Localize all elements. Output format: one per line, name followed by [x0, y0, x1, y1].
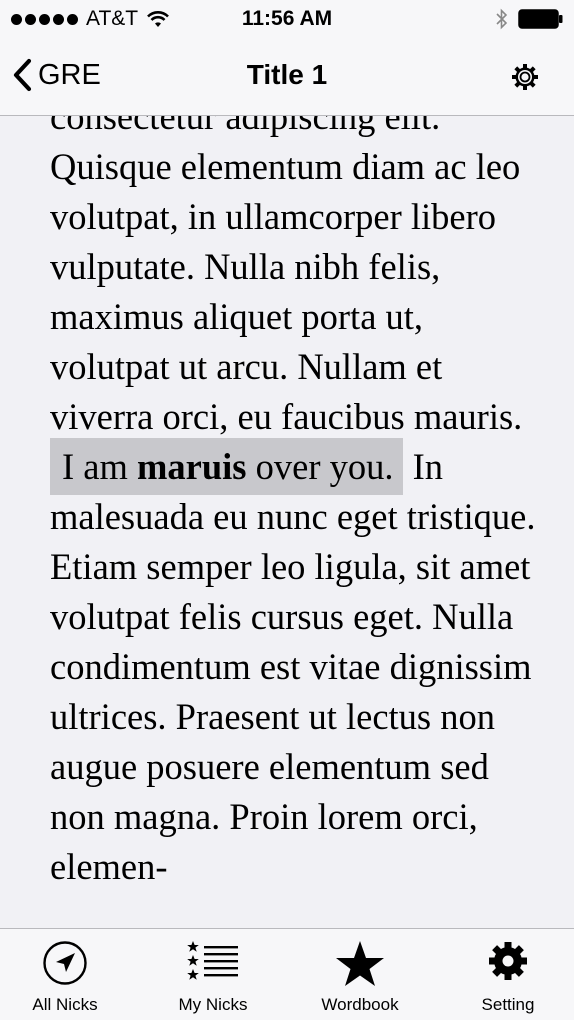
gear-icon	[512, 64, 538, 90]
tab-label: Setting	[481, 995, 535, 1014]
highlight-post: over you.	[246, 446, 394, 487]
navigation-bar: GRE Title 1	[0, 40, 574, 116]
text-after: In malesuada eu nunc eget tristique. Eti…	[50, 446, 536, 887]
tab-bar: All Nicks My Nicks Wordbook Setting	[0, 928, 574, 1020]
highlight-pre: I am	[62, 446, 137, 487]
compass-arrow-icon	[43, 941, 87, 985]
battery-icon	[518, 9, 563, 29]
status-bar: AT&T 11:56 AM	[0, 0, 574, 40]
highlight-word: maruis	[137, 446, 247, 487]
tab-label: All Nicks	[32, 995, 98, 1014]
text-before: consectetur adipiscing elit. Quisque ele…	[50, 96, 523, 437]
tab-label: Wordbook	[321, 995, 399, 1014]
tab-wordbook[interactable]: Wordbook	[295, 929, 425, 1020]
star-list-icon	[187, 941, 238, 980]
status-right	[496, 8, 564, 30]
settings-button[interactable]	[510, 62, 540, 97]
page-title: Title 1	[246, 59, 328, 90]
reader-paragraph: consectetur adipiscing elit. Quisque ele…	[50, 92, 550, 892]
tab-label: My Nicks	[178, 995, 248, 1014]
gear-icon	[489, 942, 527, 980]
tab-all-nicks[interactable]: All Nicks	[0, 929, 130, 1020]
tab-setting[interactable]: Setting	[443, 929, 573, 1020]
star-icon	[336, 941, 384, 986]
highlighted-phrase[interactable]: I am maruis over you.	[50, 438, 404, 495]
tab-my-nicks[interactable]: My Nicks	[148, 929, 278, 1020]
status-time: 11:56 AM	[241, 7, 333, 30]
bluetooth-icon	[496, 8, 508, 30]
reader-content[interactable]: consectetur adipiscing elit. Quisque ele…	[0, 86, 574, 928]
